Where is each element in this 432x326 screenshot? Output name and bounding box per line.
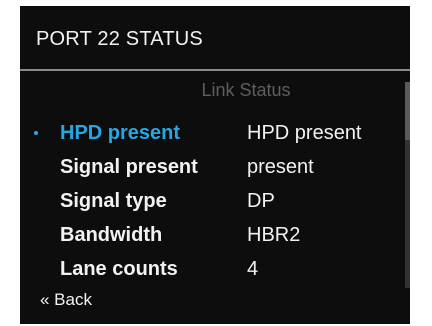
section-heading: Link Status [201, 80, 291, 100]
page-title: PORT 22 STATUS [36, 28, 203, 50]
row-value: present [247, 156, 314, 178]
row-value: HBR2 [247, 224, 301, 246]
selection-bullet-icon [34, 131, 38, 135]
status-row-hpd[interactable]: HPD present HPD present [20, 122, 400, 156]
scrollbar-thumb[interactable] [405, 82, 410, 140]
row-value: 4 [247, 258, 259, 280]
back-button[interactable]: « Back [40, 290, 92, 310]
port-status-screen: PORT 22 STATUS Link Status HPD present H… [20, 6, 410, 324]
title-divider [20, 69, 410, 71]
row-label: Signal present [60, 156, 198, 178]
row-label: Bandwidth [60, 224, 163, 246]
row-label: Lane counts [60, 258, 178, 280]
row-label: HPD present [60, 122, 181, 144]
row-value: DP [247, 190, 275, 212]
row-label: Signal type [60, 190, 167, 212]
status-row-lane-counts[interactable]: Lane counts 4 [20, 258, 400, 292]
status-row-signal-present[interactable]: Signal present present [20, 156, 400, 190]
scrollbar[interactable] [405, 82, 410, 288]
status-row-signal-type[interactable]: Signal type DP [20, 190, 400, 224]
row-value: HPD present [247, 122, 362, 144]
status-row-bandwidth[interactable]: Bandwidth HBR2 [20, 224, 400, 258]
